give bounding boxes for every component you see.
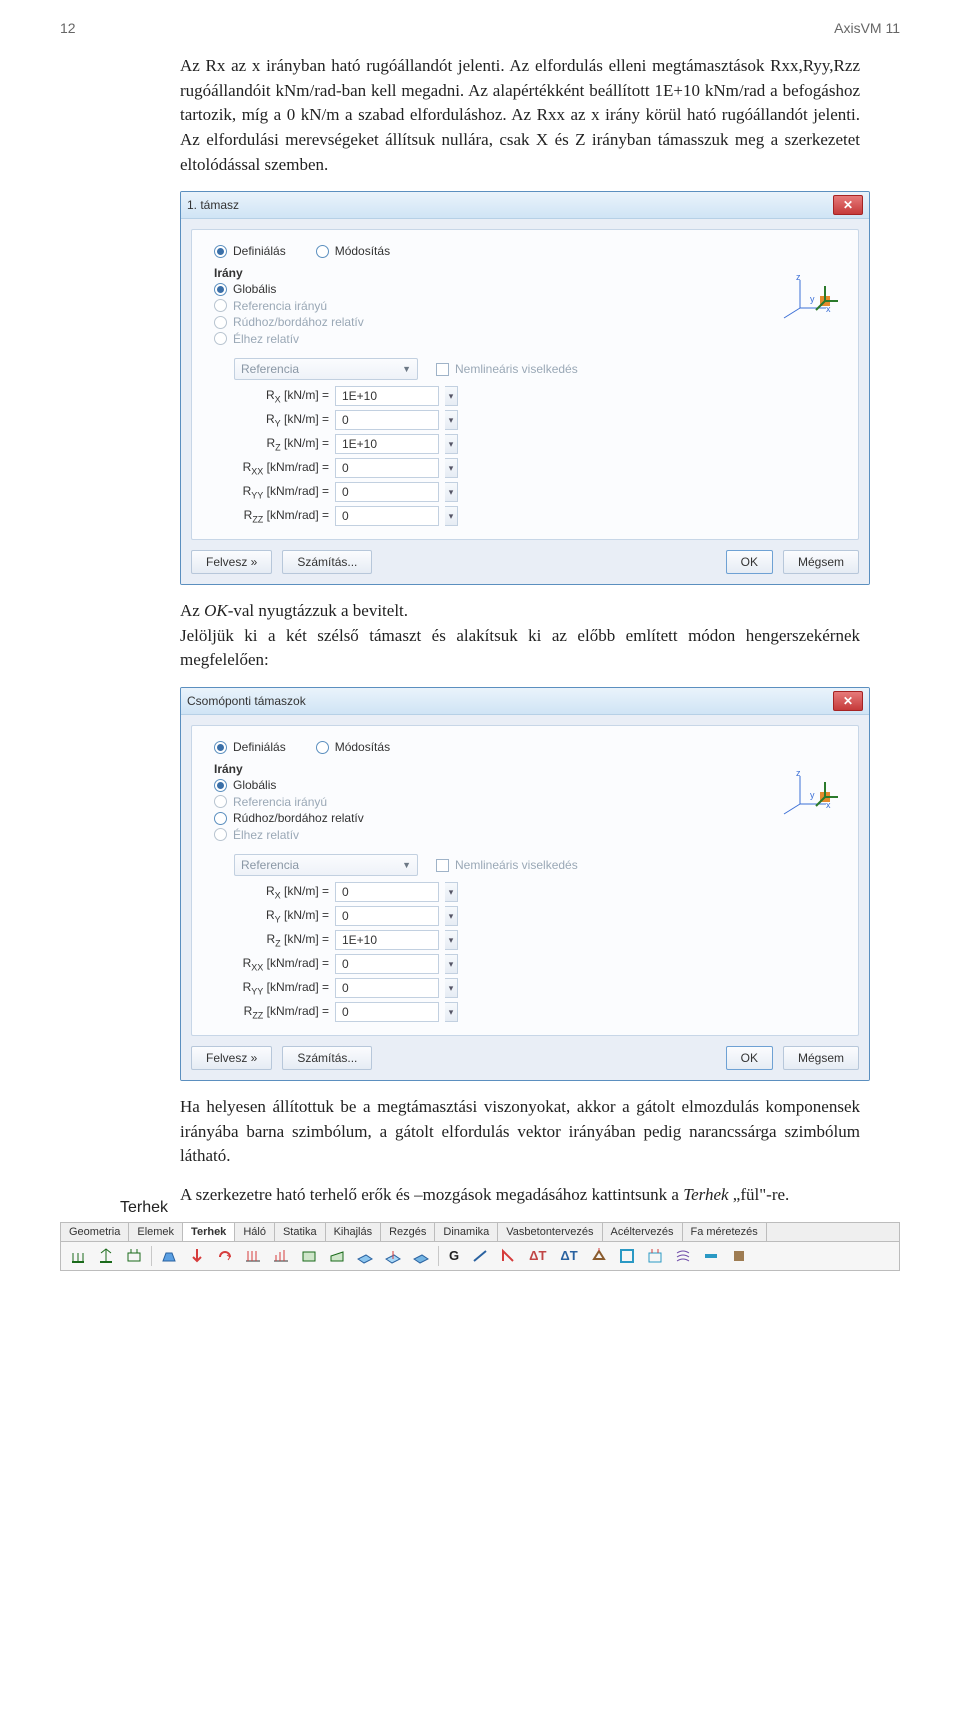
felvesz-button[interactable]: Felvesz » [191, 1046, 272, 1070]
paragraph-4: Ha helyesen állítottuk be a megtámasztás… [180, 1095, 860, 1169]
close-icon: ✕ [843, 198, 853, 212]
radio-referencia-iranyu: Referencia irányú [214, 299, 327, 313]
input-rx[interactable]: 1E+10 [335, 386, 439, 406]
input-rzz[interactable]: 0 [335, 506, 439, 526]
svg-text:z: z [796, 768, 801, 778]
radio-definialas[interactable]: Definiálás [214, 740, 286, 754]
axes-icon: z x y [776, 768, 840, 822]
tool-force[interactable] [186, 1245, 208, 1267]
radio-referencia-iranyu: Referencia irányú [214, 795, 327, 809]
check-nonlinear: Nemlineáris viselkedés [436, 362, 578, 376]
tab-háló[interactable]: Háló [235, 1223, 275, 1241]
tool-surface-3[interactable] [410, 1245, 432, 1267]
tool-dt2-icon[interactable]: ΔT [556, 1245, 581, 1267]
svg-text:z: z [796, 272, 801, 282]
app-name: AxisVM 11 [834, 20, 900, 36]
tool-load-1[interactable] [67, 1245, 89, 1267]
close-button[interactable]: ✕ [833, 691, 863, 711]
dialog-title: Csomóponti támaszok [187, 694, 306, 708]
tab-acéltervezés[interactable]: Acéltervezés [603, 1223, 683, 1241]
close-icon: ✕ [843, 694, 853, 708]
input-rxx[interactable]: 0 [335, 458, 439, 478]
toolbar: G ΔT ΔT [61, 1242, 899, 1271]
tab-terhek[interactable]: Terhek [183, 1223, 235, 1241]
input-ryy[interactable]: 0 [335, 482, 439, 502]
page-number: 12 [60, 20, 76, 36]
tool-load-2[interactable] [95, 1245, 117, 1267]
tool-area-trap[interactable] [326, 1245, 348, 1267]
megsem-button[interactable]: Mégsem [783, 550, 859, 574]
szamitas-button[interactable]: Számítás... [282, 1046, 372, 1070]
tool-load-3[interactable] [123, 1245, 145, 1267]
radio-globalis[interactable]: Globális [214, 778, 276, 792]
tab-dinamika[interactable]: Dinamika [435, 1223, 498, 1241]
tool-angle[interactable] [497, 1245, 519, 1267]
paragraph-5: A szerkezetre ható terhelő erők és –mozg… [180, 1183, 860, 1208]
input-rz[interactable]: 1E+10 [335, 930, 439, 950]
tool-support-disp[interactable] [588, 1245, 610, 1267]
dialog-csomoponti-tamaszok: Csomóponti támaszok ✕ Definiálás Módosít… [180, 687, 870, 1081]
paragraph-1: Az Rx az x irányban ható rugóállandót je… [180, 54, 860, 177]
tool-dt-icon[interactable]: ΔT [525, 1245, 550, 1267]
dialog-title: 1. támasz [187, 198, 239, 212]
tool-wind[interactable] [672, 1245, 694, 1267]
paragraph-2: Az OK-val nyugtázzuk a bevitelt. Jelöljü… [180, 599, 860, 673]
radio-elhez-relativ: Élhez relatív [214, 828, 299, 842]
tab-fa méretezés[interactable]: Fa méretezés [683, 1223, 767, 1241]
tool-linear-load[interactable] [242, 1245, 264, 1267]
input-ry[interactable]: 0 [335, 410, 439, 430]
ok-button[interactable]: OK [726, 1046, 773, 1070]
tool-plate[interactable] [616, 1245, 638, 1267]
tab-kihajlás[interactable]: Kihajlás [326, 1223, 382, 1241]
tool-line-blue[interactable] [469, 1245, 491, 1267]
radio-modositas[interactable]: Módosítás [316, 244, 390, 258]
check-nonlinear: Nemlineáris viselkedés [436, 858, 578, 872]
felvesz-button[interactable]: Felvesz » [191, 550, 272, 574]
tool-surface-2[interactable] [382, 1245, 404, 1267]
radio-elhez-relativ: Élhez relatív [214, 332, 299, 346]
stiffness-rows: RX [kN/m] =0▾ RY [kN/m] =0▾ RZ [kN/m] =1… [204, 882, 846, 1022]
tab-rezgés[interactable]: Rezgés [381, 1223, 435, 1241]
tool-box[interactable] [728, 1245, 750, 1267]
reference-combo: Referencia▼ [234, 358, 418, 380]
input-ry[interactable]: 0 [335, 906, 439, 926]
tool-area-load[interactable] [298, 1245, 320, 1267]
tab-strip: GeometriaElemekTerhekHálóStatikaKihajlás… [60, 1222, 900, 1271]
input-rxx[interactable]: 0 [335, 954, 439, 974]
tool-trap-load[interactable] [270, 1245, 292, 1267]
radio-rudhoz-relativ[interactable]: Rúdhoz/bordához relatív [214, 811, 364, 825]
tool-g-icon[interactable]: G [445, 1245, 463, 1267]
label-irany: Irány [214, 762, 846, 776]
side-label-terhek: Terhek [120, 1199, 210, 1217]
tab-statika[interactable]: Statika [275, 1223, 326, 1241]
axes-icon: z x y [776, 272, 840, 326]
close-button[interactable]: ✕ [833, 195, 863, 215]
radio-rudhoz-relativ: Rúdhoz/bordához relatív [214, 315, 364, 329]
szamitas-button[interactable]: Számítás... [282, 550, 372, 574]
tool-moment[interactable] [214, 1245, 236, 1267]
tool-surface-1[interactable] [354, 1245, 376, 1267]
tool-plate-load[interactable] [644, 1245, 666, 1267]
stiffness-rows: RX [kN/m] =1E+10▾ RY [kN/m] =0▾ RZ [kN/m… [204, 386, 846, 526]
svg-text:y: y [810, 294, 815, 304]
tab-elemek[interactable]: Elemek [129, 1223, 183, 1241]
radio-modositas[interactable]: Módosítás [316, 740, 390, 754]
tool-bar[interactable] [700, 1245, 722, 1267]
label-irany: Irány [214, 266, 846, 280]
reference-combo: Referencia▼ [234, 854, 418, 876]
input-rx[interactable]: 0 [335, 882, 439, 902]
input-ryy[interactable]: 0 [335, 978, 439, 998]
radio-definialas[interactable]: Definiálás [214, 244, 286, 258]
tool-weight[interactable] [158, 1245, 180, 1267]
ok-button[interactable]: OK [726, 550, 773, 574]
radio-globalis[interactable]: Globális [214, 282, 276, 296]
svg-text:y: y [810, 790, 815, 800]
tab-vasbetontervezés[interactable]: Vasbetontervezés [498, 1223, 602, 1241]
dialog-tamasz-1: 1. támasz ✕ Definiálás Módosítás z x y [180, 191, 870, 585]
input-rz[interactable]: 1E+10 [335, 434, 439, 454]
tab-geometria[interactable]: Geometria [61, 1223, 129, 1241]
input-rzz[interactable]: 0 [335, 1002, 439, 1022]
megsem-button[interactable]: Mégsem [783, 1046, 859, 1070]
